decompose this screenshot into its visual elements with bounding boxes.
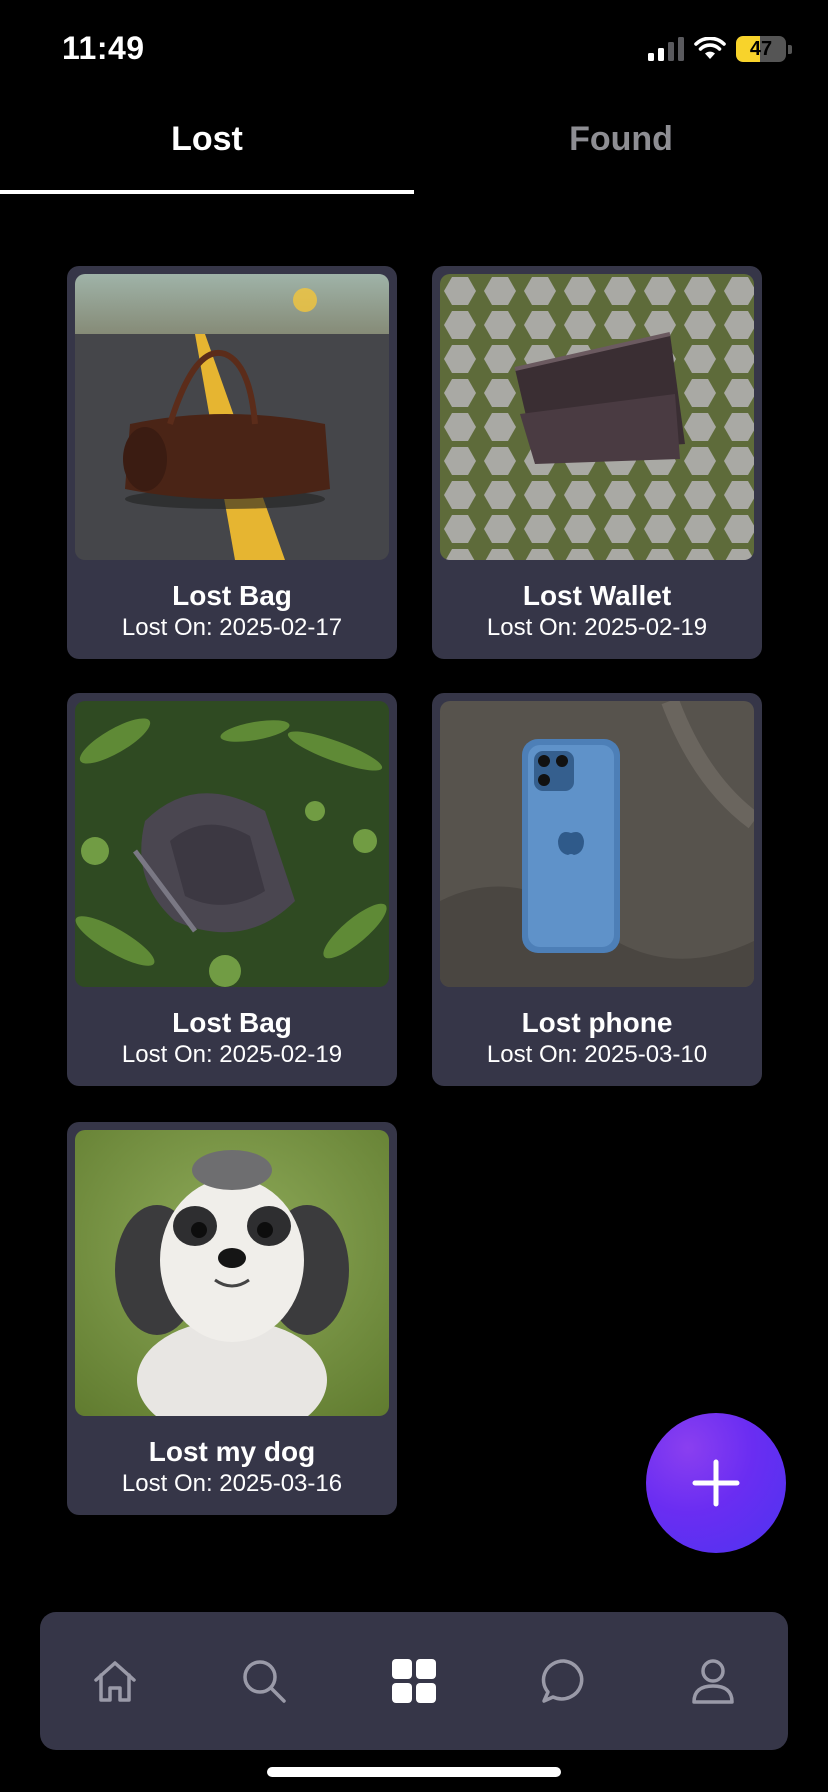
battery-icon: 47 <box>736 36 786 62</box>
item-card[interactable]: Lost Bag Lost On: 2025-02-17 <box>67 266 397 659</box>
home-indicator <box>267 1767 561 1777</box>
nav-search[interactable] <box>224 1641 304 1721</box>
card-title: Lost phone <box>521 1007 673 1038</box>
dog-image <box>75 1130 389 1416</box>
card-date: Lost On: 2025-02-17 <box>121 614 343 641</box>
wallet-image <box>440 274 754 560</box>
search-icon <box>243 1660 287 1703</box>
status-time: 11:49 <box>62 30 145 66</box>
nav-chat[interactable] <box>524 1641 604 1721</box>
item-card[interactable]: Lost my dog Lost On: 2025-03-16 <box>67 1122 397 1515</box>
nav-grid[interactable] <box>374 1641 454 1721</box>
card-date: Lost On: 2025-03-10 <box>486 1041 708 1068</box>
status-indicators: 47 <box>648 36 792 62</box>
item-card[interactable]: Lost phone Lost On: 2025-03-10 <box>432 693 762 1086</box>
backpack-image <box>75 701 389 987</box>
bottom-nav <box>40 1612 788 1750</box>
plus-icon <box>692 1459 740 1507</box>
card-date: Lost On: 2025-03-16 <box>121 1470 343 1497</box>
item-card[interactable]: Lost Bag Lost On: 2025-02-19 <box>67 693 397 1086</box>
grid-icon <box>391 1659 436 1703</box>
nav-profile[interactable] <box>673 1641 753 1721</box>
card-date: Lost On: 2025-02-19 <box>486 614 708 641</box>
chat-icon <box>541 1659 583 1703</box>
battery-level: 47 <box>749 37 773 60</box>
wifi-icon <box>694 37 726 59</box>
tab-active-indicator <box>0 190 414 194</box>
nav-home[interactable] <box>75 1641 155 1721</box>
tab-found[interactable]: Found <box>414 120 828 196</box>
card-title: Lost Bag <box>172 580 292 611</box>
add-item-button[interactable] <box>646 1413 786 1553</box>
card-title: Lost Bag <box>172 1007 292 1038</box>
card-title: Lost Wallet <box>522 580 672 611</box>
signal-icon <box>648 37 684 61</box>
tab-lost[interactable]: Lost <box>0 120 414 196</box>
tab-bar: Lost Found <box>0 120 828 196</box>
duffel-bag-image <box>75 274 389 560</box>
profile-icon <box>692 1659 734 1704</box>
card-date: Lost On: 2025-02-19 <box>121 1041 343 1068</box>
phone-image <box>440 701 754 987</box>
home-icon <box>94 1661 136 1702</box>
item-card[interactable]: Lost Wallet Lost On: 2025-02-19 <box>432 266 762 659</box>
card-title: Lost my dog <box>148 1436 316 1467</box>
